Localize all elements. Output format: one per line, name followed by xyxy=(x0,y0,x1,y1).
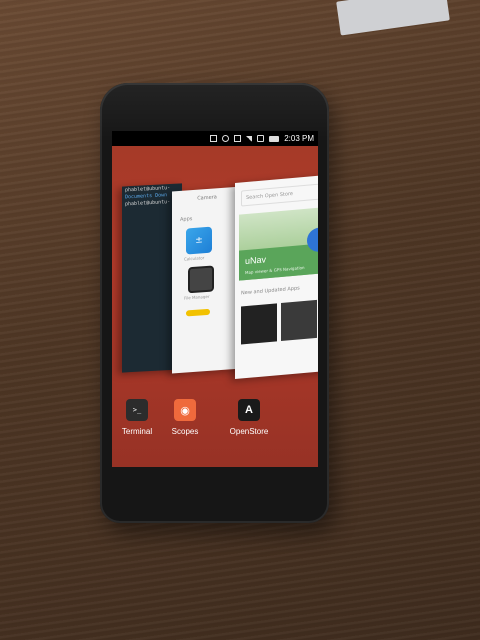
dock-app-label: OpenStore xyxy=(229,427,269,436)
message-icon xyxy=(210,135,218,142)
status-bar[interactable]: 2:03 PM xyxy=(112,131,318,146)
app-thumbnails xyxy=(241,299,318,345)
app-tile-partial[interactable] xyxy=(186,308,210,317)
terminal-icon: >_ xyxy=(126,399,148,421)
clock: 2:03 PM xyxy=(284,134,314,143)
calculator-icon[interactable]: ± xyxy=(186,226,212,255)
dock-app-terminal[interactable]: >_ Terminal xyxy=(112,399,162,436)
store-section-label: New and Updated Apps xyxy=(241,285,300,297)
phone-screen: 2:03 PM phablet@ubuntu- Documents Down p… xyxy=(112,131,318,467)
app-thumbnail[interactable] xyxy=(241,303,277,345)
battery-saver-icon xyxy=(234,135,242,142)
store-search-input[interactable]: Search Open Store xyxy=(241,183,318,207)
openstore-icon: A xyxy=(238,399,260,421)
apps-section-label: Apps xyxy=(180,216,193,223)
dock-app-label: Terminal xyxy=(121,427,153,436)
app-thumbnail[interactable] xyxy=(281,299,317,341)
dock-app-label: Scopes xyxy=(171,427,199,436)
signal-icon xyxy=(246,135,253,142)
phone: 2:03 PM phablet@ubuntu- Documents Down p… xyxy=(100,83,329,523)
openstore-window-card[interactable]: Search Open Store uNav Map viewer & GPS … xyxy=(235,174,318,380)
scopes-icon: ◉ xyxy=(174,399,196,421)
dock-app-scopes[interactable]: ◉ Scopes xyxy=(160,399,210,436)
apps-card-header: Camera xyxy=(197,194,217,202)
alarm-icon xyxy=(222,135,230,142)
apps-scope-card[interactable]: Camera Apps ± Calculator File Manager xyxy=(172,186,242,374)
battery-icon xyxy=(269,135,280,142)
dock-app-openstore[interactable]: A OpenStore xyxy=(224,399,274,436)
app-dock: >_ Terminal ◉ Scopes A OpenStore xyxy=(112,399,318,459)
files-icon[interactable] xyxy=(188,265,214,294)
paper-sheet xyxy=(336,0,450,36)
featured-app-title: uNav xyxy=(245,254,267,267)
featured-app-banner[interactable]: uNav Map viewer & GPS Navigation xyxy=(239,207,318,281)
store-search-placeholder: Search Open Store xyxy=(246,190,293,202)
volume-icon xyxy=(257,135,265,142)
